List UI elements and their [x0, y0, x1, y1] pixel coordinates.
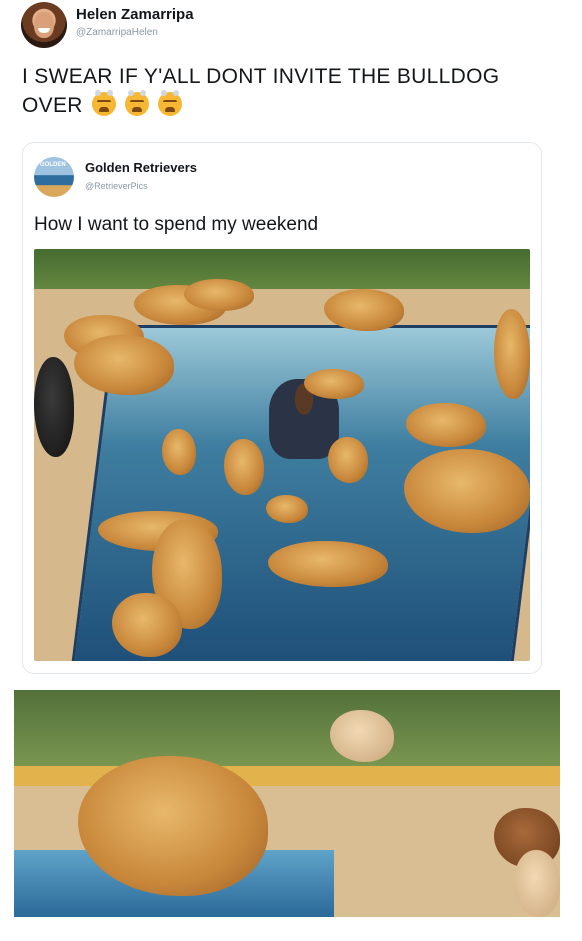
photo-dog [112, 593, 182, 657]
photo-dog [34, 357, 74, 457]
bulldog-photo[interactable] [14, 690, 560, 917]
photo-dog [266, 495, 308, 523]
tweet: Helen Zamarripa @ZamarripaHelen I SWEAR … [0, 0, 582, 680]
quoted-tweet-text: How I want to spend my weekend [34, 214, 319, 235]
steaming-angry-face-icon [158, 90, 183, 116]
quoted-author-handle[interactable]: @RetrieverPics [85, 181, 148, 191]
quoted-avatar-label: GOLDEN [40, 162, 66, 168]
avatar[interactable] [21, 2, 67, 48]
photo-dog [184, 279, 254, 311]
pool-photo[interactable] [34, 249, 530, 661]
photo-dog [304, 369, 364, 399]
photo-dog [224, 439, 264, 495]
photo-dog [494, 309, 530, 399]
steaming-angry-face-icon [91, 90, 116, 116]
author-handle[interactable]: @ZamarripaHelen [76, 27, 158, 38]
author-name[interactable]: Helen Zamarripa [76, 6, 194, 23]
avatar-face [34, 12, 54, 38]
photo-grass [14, 690, 560, 772]
quoted-tweet[interactable]: GOLDEN Golden Retrievers @RetrieverPics … [22, 142, 542, 674]
steaming-angry-face-icon [125, 90, 149, 116]
photo-dog [328, 437, 368, 483]
photo-dog [514, 850, 560, 917]
photo-bulldog [330, 710, 394, 762]
tweet-text: I SWEAR IF Y'ALL DONT INVITE THE BULLDOG… [22, 62, 562, 120]
photo-dog [162, 429, 196, 475]
quoted-author-name[interactable]: Golden Retrievers [85, 160, 197, 175]
quoted-avatar[interactable]: GOLDEN [34, 157, 74, 197]
